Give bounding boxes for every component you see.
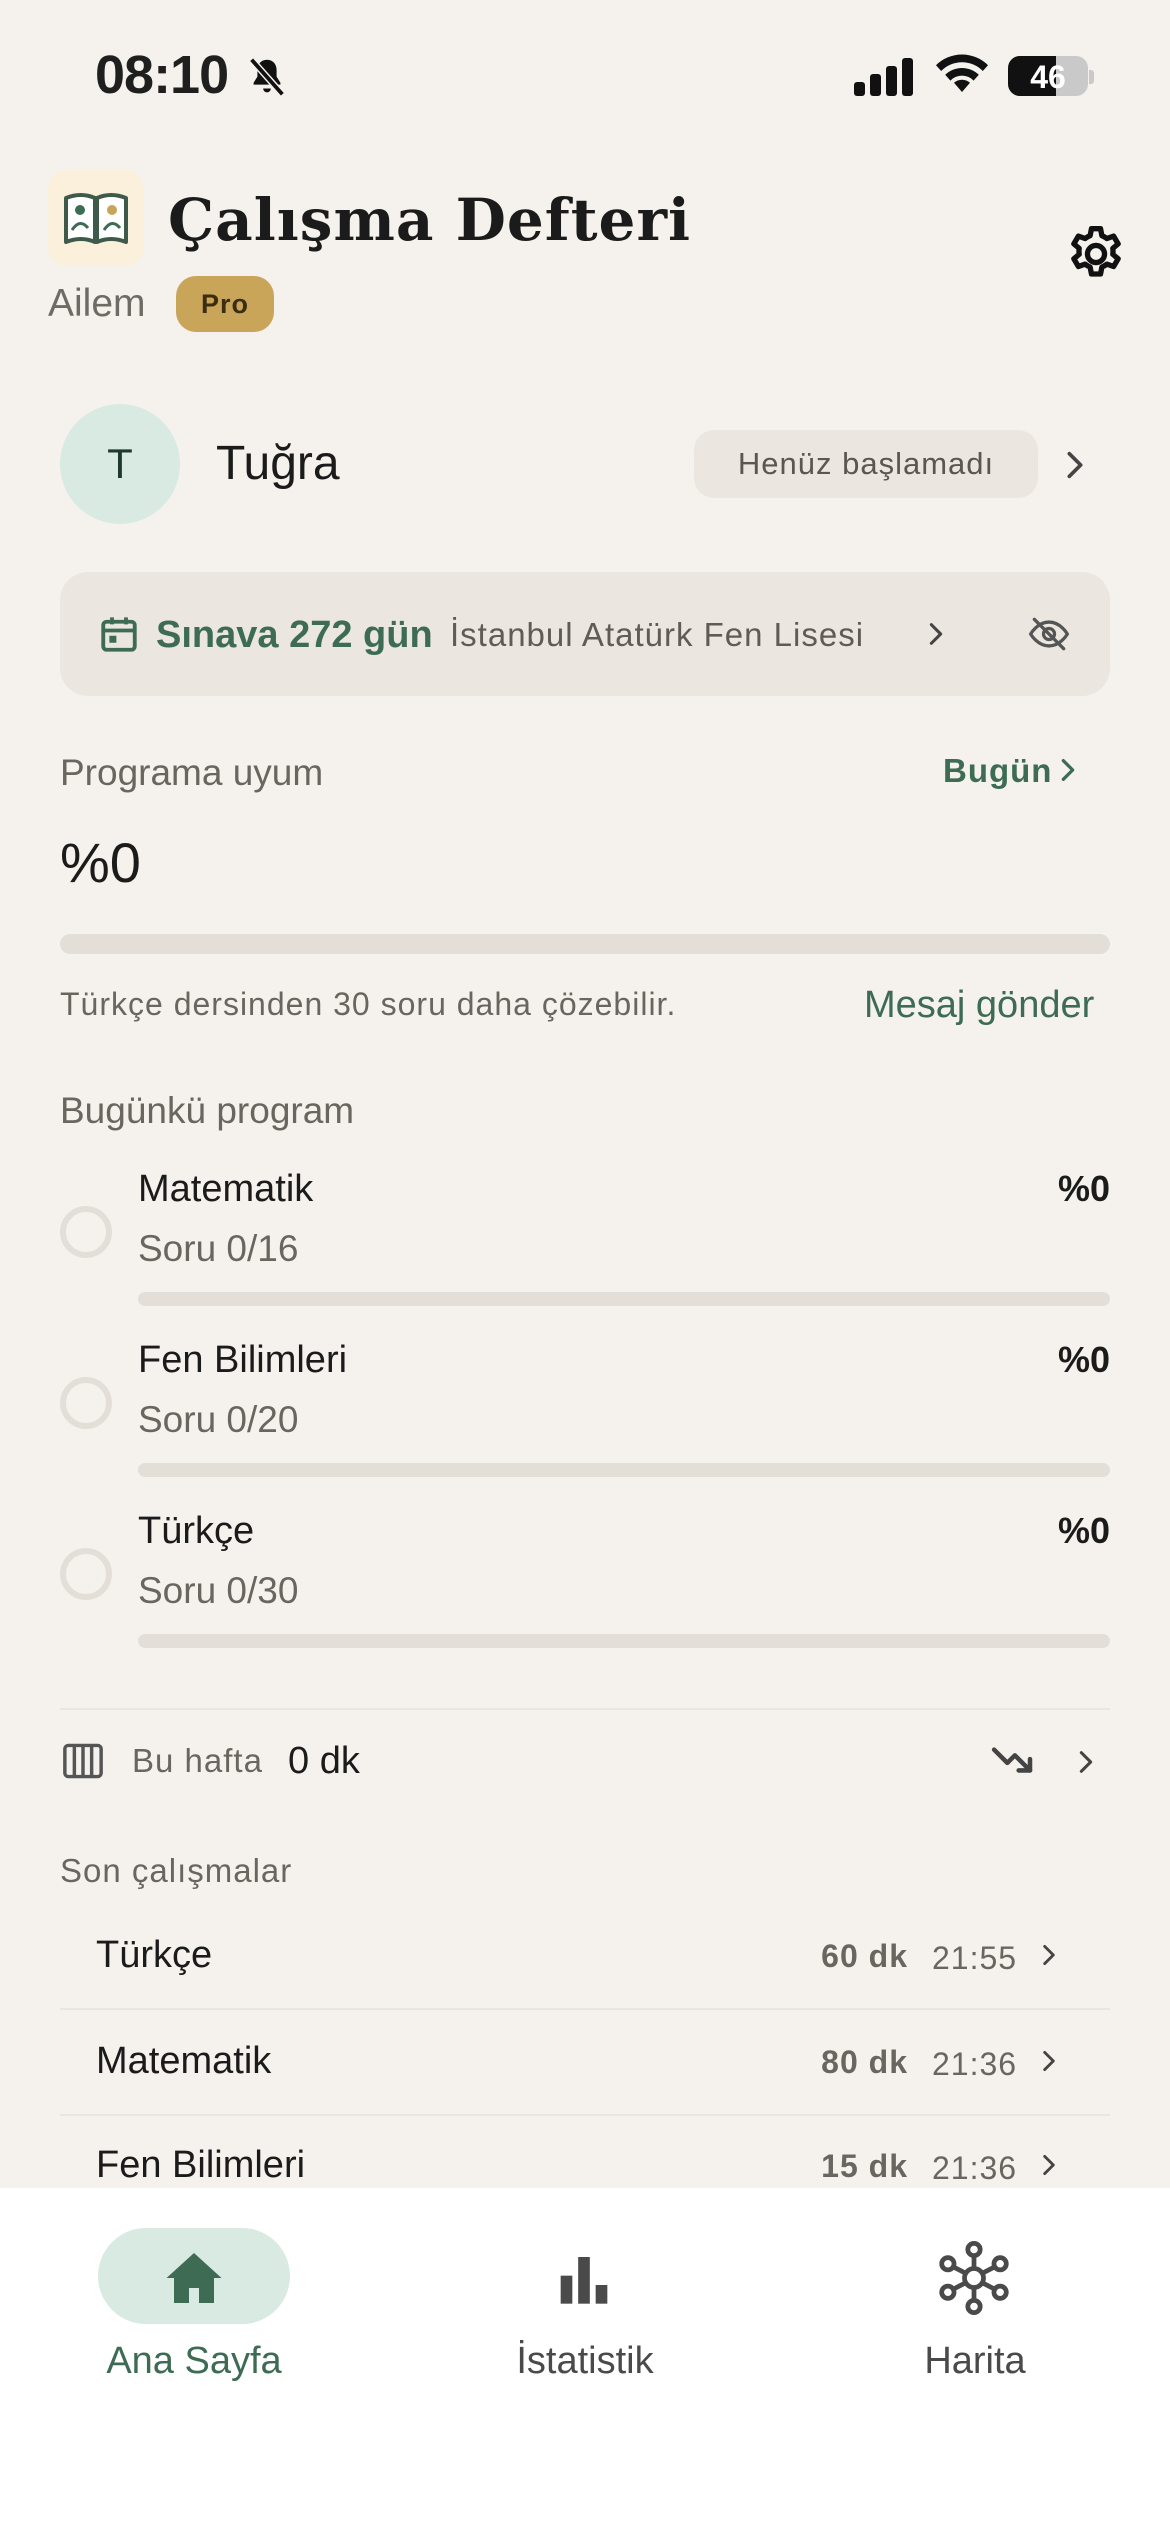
status-time: 08:10 bbox=[95, 45, 229, 105]
program-question-count: Soru 0/20 bbox=[138, 1399, 299, 1440]
program-percent: %0 bbox=[1057, 1168, 1110, 1209]
week-value: 0 dk bbox=[288, 1740, 360, 1782]
tab-map[interactable]: Harita bbox=[825, 2340, 1125, 2383]
adherence-progress-track bbox=[60, 934, 1110, 954]
divider bbox=[60, 1708, 1110, 1710]
exam-countdown: Sınava 272 gün bbox=[156, 614, 433, 656]
recent-duration: 80 dk bbox=[821, 2044, 908, 2080]
program-subject: Matematik bbox=[138, 1168, 314, 1210]
calendar-icon bbox=[101, 617, 137, 652]
program-checkbox[interactable] bbox=[60, 1548, 112, 1600]
program-question-count: Soru 0/16 bbox=[138, 1228, 299, 1269]
adherence-percent: %0 bbox=[60, 831, 141, 894]
family-label: Ailem bbox=[48, 282, 146, 325]
recent-duration: 60 dk bbox=[821, 1938, 908, 1974]
adherence-hint: Türkçe dersinden 30 soru daha çözebilir. bbox=[60, 986, 677, 1022]
adherence-label: Programa uyum bbox=[60, 752, 324, 793]
pro-badge: Pro bbox=[176, 276, 274, 332]
calendar-week-icon bbox=[63, 1743, 103, 1779]
chevron-right-icon[interactable] bbox=[1058, 448, 1092, 482]
recent-duration: 15 dk bbox=[821, 2148, 908, 2184]
program-checkbox[interactable] bbox=[60, 1377, 112, 1429]
chevron-right-icon[interactable] bbox=[1072, 1748, 1100, 1776]
tab-home[interactable]: Ana Sayfa bbox=[44, 2340, 344, 2383]
chevron-right-icon[interactable] bbox=[1036, 1942, 1062, 1968]
student-avatar: T bbox=[60, 404, 180, 524]
program-checkbox[interactable] bbox=[60, 1206, 112, 1258]
divider bbox=[60, 2114, 1110, 2116]
app-title: Çalışma Defteri bbox=[168, 186, 692, 254]
recent-subject[interactable]: Türkçe bbox=[96, 1934, 212, 1977]
exam-school: İstanbul Atatürk Fen Lisesi bbox=[450, 616, 865, 653]
week-label: Bu hafta bbox=[132, 1742, 263, 1779]
battery-level: 46 bbox=[1030, 59, 1066, 95]
program-percent: %0 bbox=[1057, 1510, 1110, 1551]
program-percent: %0 bbox=[1057, 1339, 1110, 1380]
app-logo bbox=[48, 170, 144, 266]
eye-off-icon[interactable] bbox=[1026, 612, 1072, 656]
program-subject: Fen Bilimleri bbox=[138, 1339, 348, 1381]
program-label: Bugünkü program bbox=[60, 1090, 355, 1131]
send-message-link[interactable]: Mesaj gönder bbox=[864, 984, 1094, 1027]
chevron-right-icon[interactable] bbox=[1036, 2152, 1062, 2178]
battery-nub bbox=[1089, 70, 1094, 84]
program-progress-track bbox=[138, 1463, 1110, 1477]
tab-statistics[interactable]: İstatistik bbox=[435, 2340, 735, 2383]
program-subject: Türkçe bbox=[138, 1510, 255, 1552]
recent-time: 21:55 bbox=[932, 1940, 1018, 1976]
bar-chart-icon[interactable] bbox=[556, 2252, 612, 2304]
bell-muted-icon bbox=[249, 57, 285, 97]
recent-subject[interactable]: Fen Bilimleri bbox=[96, 2144, 305, 2187]
gear-icon[interactable] bbox=[1064, 222, 1128, 286]
divider bbox=[60, 2008, 1110, 2010]
network-icon[interactable] bbox=[936, 2240, 1012, 2316]
recent-time: 21:36 bbox=[932, 2046, 1018, 2082]
today-link[interactable]: Bugün bbox=[943, 752, 1052, 790]
chevron-right-icon[interactable] bbox=[922, 620, 950, 648]
open-book-icon bbox=[64, 193, 128, 244]
trending-down-icon bbox=[991, 1747, 1033, 1773]
recent-label: Son çalışmalar bbox=[60, 1852, 293, 1889]
program-question-count: Soru 0/30 bbox=[138, 1570, 299, 1611]
recent-subject[interactable]: Matematik bbox=[96, 2040, 271, 2083]
chevron-right-icon[interactable] bbox=[1054, 756, 1082, 784]
cellular-signal-icon bbox=[854, 58, 914, 96]
wifi-icon bbox=[936, 54, 988, 92]
student-status-badge: Henüz başlamadı bbox=[694, 430, 1038, 498]
battery-icon: 46 bbox=[1008, 56, 1088, 96]
student-name[interactable]: Tuğra bbox=[216, 436, 340, 491]
program-progress-track bbox=[138, 1634, 1110, 1648]
home-icon[interactable] bbox=[164, 2250, 224, 2306]
program-progress-track bbox=[138, 1292, 1110, 1306]
recent-time: 21:36 bbox=[932, 2150, 1018, 2186]
chevron-right-icon[interactable] bbox=[1036, 2048, 1062, 2074]
